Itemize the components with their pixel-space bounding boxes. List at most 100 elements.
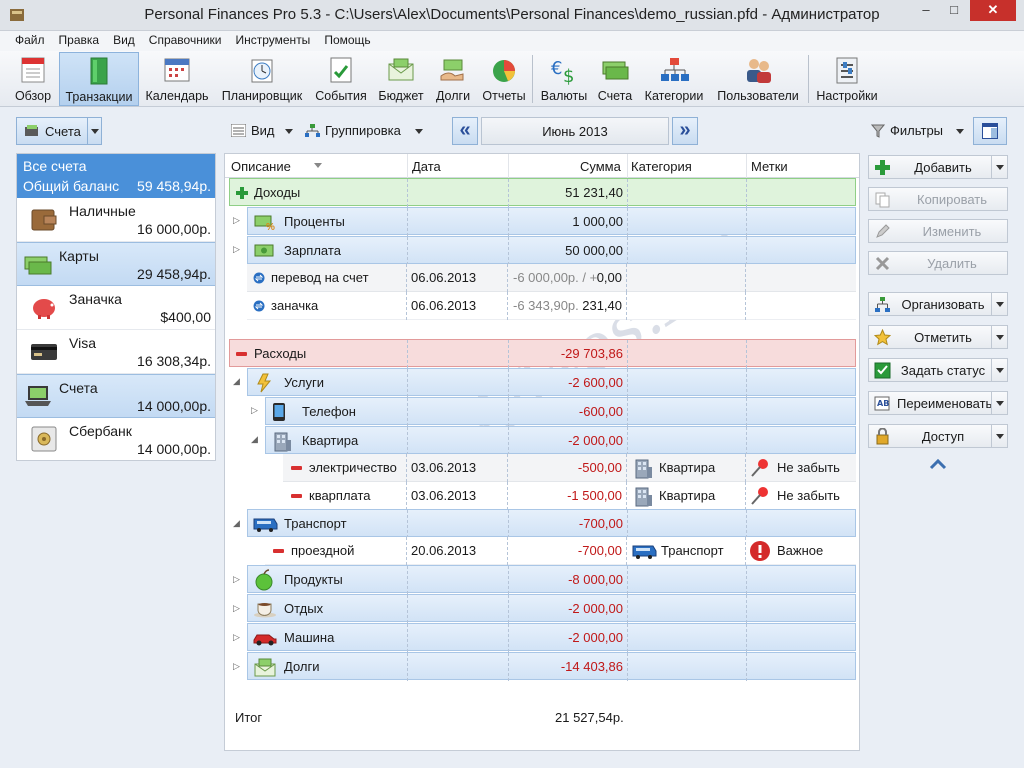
collapse-triangle-icon[interactable]: ◢ bbox=[251, 434, 258, 445]
category-row-percent[interactable]: % Проценты 1 000,00 bbox=[247, 207, 856, 236]
grouping-dropdown[interactable]: Группировка bbox=[305, 117, 427, 145]
transaction-row-electricity[interactable]: электричество 03.06.2013 -500,00 Квартир… bbox=[283, 454, 856, 482]
collapse-triangle-icon[interactable]: ◢ bbox=[233, 518, 240, 529]
toolbar-overview-button[interactable]: Обзор bbox=[10, 52, 56, 106]
accounts-combo-button[interactable]: Счета bbox=[16, 117, 102, 145]
currency-exchange-icon: € $ bbox=[551, 58, 574, 86]
filters-dropdown[interactable]: Фильтры bbox=[871, 117, 967, 145]
column-date-header[interactable]: Дата bbox=[412, 159, 441, 174]
minimize-button[interactable]: – bbox=[912, 0, 940, 21]
category-row-debts[interactable]: Долги -14 403,86 bbox=[247, 652, 856, 681]
maximize-button[interactable]: □ bbox=[940, 0, 968, 21]
account-item-bills[interactable]: Счета 14 000,00р. bbox=[17, 374, 215, 418]
chevron-down-icon[interactable] bbox=[991, 326, 1007, 348]
chevron-down-icon[interactable] bbox=[991, 392, 1007, 414]
green-book-icon bbox=[90, 57, 108, 85]
chevron-down-icon bbox=[285, 129, 293, 134]
double-chevron-right-icon: » bbox=[679, 119, 691, 141]
svg-text:%: % bbox=[266, 222, 275, 231]
menu-file[interactable]: Файл bbox=[8, 31, 52, 47]
period-selector[interactable]: Июнь 2013 bbox=[481, 117, 669, 145]
all-accounts-item[interactable]: Все счета Общий баланс 59 458,94р. bbox=[17, 154, 215, 198]
chevron-down-icon[interactable] bbox=[991, 293, 1007, 315]
expand-triangle-icon[interactable]: ▷ bbox=[251, 405, 258, 416]
expand-triangle-icon[interactable]: ▷ bbox=[233, 632, 240, 643]
rename-button[interactable]: AB Переименовать bbox=[868, 391, 1008, 415]
expand-triangle-icon[interactable]: ▷ bbox=[233, 574, 240, 585]
expand-triangle-icon[interactable]: ▷ bbox=[233, 215, 240, 226]
chevron-down-icon[interactable] bbox=[991, 156, 1007, 178]
expand-triangle-icon[interactable]: ▷ bbox=[233, 661, 240, 672]
expense-group-row[interactable]: Расходы -29 703,86 bbox=[229, 339, 856, 368]
expand-triangle-icon[interactable]: ▷ bbox=[233, 244, 240, 255]
income-group-row[interactable]: Доходы 51 231,40 bbox=[229, 178, 856, 207]
menu-edit[interactable]: Правка bbox=[52, 31, 107, 47]
copy-button[interactable]: Копировать bbox=[868, 187, 1008, 211]
column-description-header[interactable]: Описание bbox=[231, 159, 291, 174]
transaction-row-stash[interactable]: заначка 06.06.2013 -6 343,90р. 231,40 bbox=[247, 292, 856, 320]
hand-money-icon bbox=[440, 59, 464, 81]
toolbar-events-button[interactable]: События bbox=[312, 52, 370, 106]
account-item-cards[interactable]: Карты 29 458,94р. bbox=[17, 242, 215, 286]
category-row-car[interactable]: Машина -2 000,00 bbox=[247, 623, 856, 652]
toolbar-planner-button[interactable]: Планировщик bbox=[217, 52, 307, 106]
expand-triangle-icon[interactable]: ▷ bbox=[233, 603, 240, 614]
toolbar-debts-button[interactable]: Долги bbox=[431, 52, 475, 106]
toolbar-categories-button[interactable]: Категории bbox=[639, 52, 709, 106]
panel-toggle-button[interactable] bbox=[973, 117, 1007, 145]
bus-icon bbox=[632, 545, 657, 559]
toolbar-reports-button[interactable]: Отчеты bbox=[479, 52, 529, 106]
toolbar-calendar-button[interactable]: Календарь bbox=[142, 52, 212, 106]
column-tags-header[interactable]: Метки bbox=[751, 159, 788, 174]
mark-button[interactable]: Отметить bbox=[868, 325, 1008, 349]
column-category-header[interactable]: Категория bbox=[631, 159, 692, 174]
menu-help[interactable]: Помощь bbox=[317, 31, 377, 47]
sort-arrow-icon bbox=[314, 163, 322, 168]
menu-references[interactable]: Справочники bbox=[142, 31, 229, 47]
access-button[interactable]: Доступ bbox=[868, 424, 1008, 448]
account-item-stash[interactable]: Заначка $400,00 bbox=[17, 286, 215, 330]
column-amount-header[interactable]: Сумма bbox=[580, 159, 621, 174]
toolbar-users-button[interactable]: Пользователи bbox=[713, 52, 803, 106]
delete-x-icon bbox=[875, 256, 890, 271]
category-row-services[interactable]: Услуги -2 600,00 bbox=[247, 368, 856, 397]
category-row-salary[interactable]: Зарплата 50 000,00 bbox=[247, 236, 856, 265]
add-button[interactable]: Добавить bbox=[868, 155, 1008, 179]
collapse-panel-chevron-up-icon[interactable] bbox=[929, 458, 947, 470]
view-dropdown[interactable]: Вид bbox=[231, 117, 297, 145]
toolbar-settings-button[interactable]: Настройки bbox=[813, 52, 881, 106]
organize-button[interactable]: Организовать bbox=[868, 292, 1008, 316]
set-status-button[interactable]: Задать статус bbox=[868, 358, 1008, 382]
delete-button[interactable]: Удалить bbox=[868, 251, 1008, 275]
menu-tools[interactable]: Инструменты bbox=[228, 31, 317, 47]
prev-period-button[interactable]: « bbox=[452, 117, 478, 145]
account-item-visa[interactable]: Visa 16 308,34р. bbox=[17, 330, 215, 374]
collapse-triangle-icon[interactable]: ◢ bbox=[233, 376, 240, 387]
account-item-sberbank[interactable]: Сбербанк 14 000,00р. bbox=[17, 418, 215, 462]
category-row-groceries[interactable]: Продукты -8 000,00 bbox=[247, 565, 856, 594]
edit-button[interactable]: Изменить bbox=[868, 219, 1008, 243]
category-row-leisure[interactable]: Отдых -2 000,00 bbox=[247, 594, 856, 623]
category-row-transport[interactable]: Транспорт -700,00 bbox=[247, 509, 856, 538]
building-icon bbox=[635, 459, 652, 479]
panel-layout-icon bbox=[982, 123, 998, 139]
transaction-row-rent[interactable]: кварплата 03.06.2013 -1 500,00 Квартира … bbox=[283, 482, 856, 510]
transaction-row-pass[interactable]: проездной 20.06.2013 -700,00 Транспорт В… bbox=[265, 537, 856, 565]
transaction-row-transfer[interactable]: перевод на счет 06.06.2013 -6 000,00р. /… bbox=[247, 264, 856, 292]
account-item-cash[interactable]: Наличные 16 000,00р. bbox=[17, 198, 215, 242]
toolbar-currencies-button[interactable]: € $ Валюты bbox=[537, 52, 591, 106]
chevron-down-icon bbox=[956, 129, 964, 134]
next-period-button[interactable]: » bbox=[672, 117, 698, 145]
pushpin-icon bbox=[751, 459, 768, 477]
toolbar-budget-button[interactable]: Бюджет bbox=[375, 52, 427, 106]
chevron-down-icon[interactable] bbox=[991, 425, 1007, 447]
chevron-down-icon[interactable] bbox=[991, 359, 1007, 381]
grid-header: Описание Дата Сумма Категория Метки bbox=[225, 154, 859, 178]
close-button[interactable]: ✕ bbox=[970, 0, 1016, 21]
credit-card-icon bbox=[31, 344, 57, 360]
toolbar-transactions-button[interactable]: Транзакции bbox=[59, 52, 139, 106]
category-row-phone[interactable]: Телефон -600,00 bbox=[265, 397, 856, 426]
toolbar-accounts-button[interactable]: Счета bbox=[595, 52, 635, 106]
menu-view[interactable]: Вид bbox=[106, 31, 142, 47]
category-row-apartment[interactable]: Квартира -2 000,00 bbox=[265, 426, 856, 455]
